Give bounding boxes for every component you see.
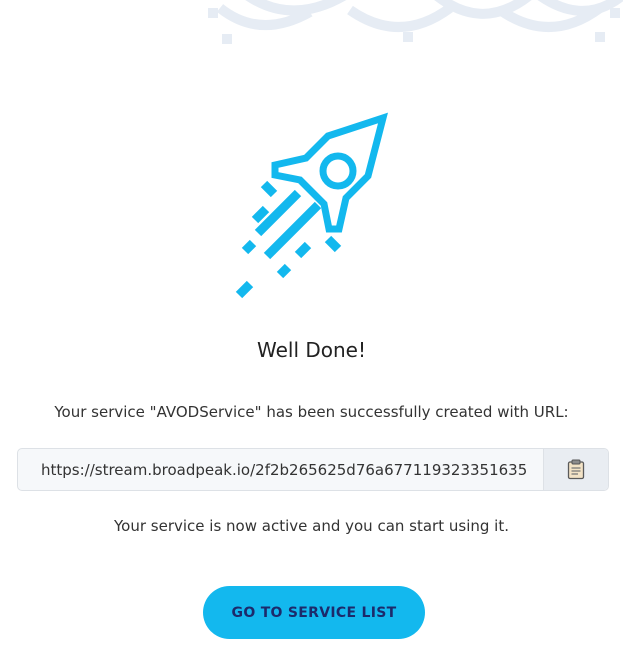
page-title: Well Done! [256, 338, 366, 362]
service-url-input[interactable] [18, 449, 543, 490]
go-to-service-list-button[interactable]: GO TO SERVICE LIST [203, 586, 425, 639]
success-message: Your service "AVODService" has been succ… [54, 403, 569, 421]
clipboard-icon [567, 459, 585, 480]
rocket-icon [235, 112, 388, 299]
copy-url-button[interactable] [543, 449, 608, 490]
service-url-field [17, 448, 609, 491]
success-page: Well Done! Your service "AVODService" ha… [0, 0, 623, 652]
active-message: Your service is now active and you can s… [114, 517, 509, 535]
background-wave-decoration [208, 0, 623, 44]
